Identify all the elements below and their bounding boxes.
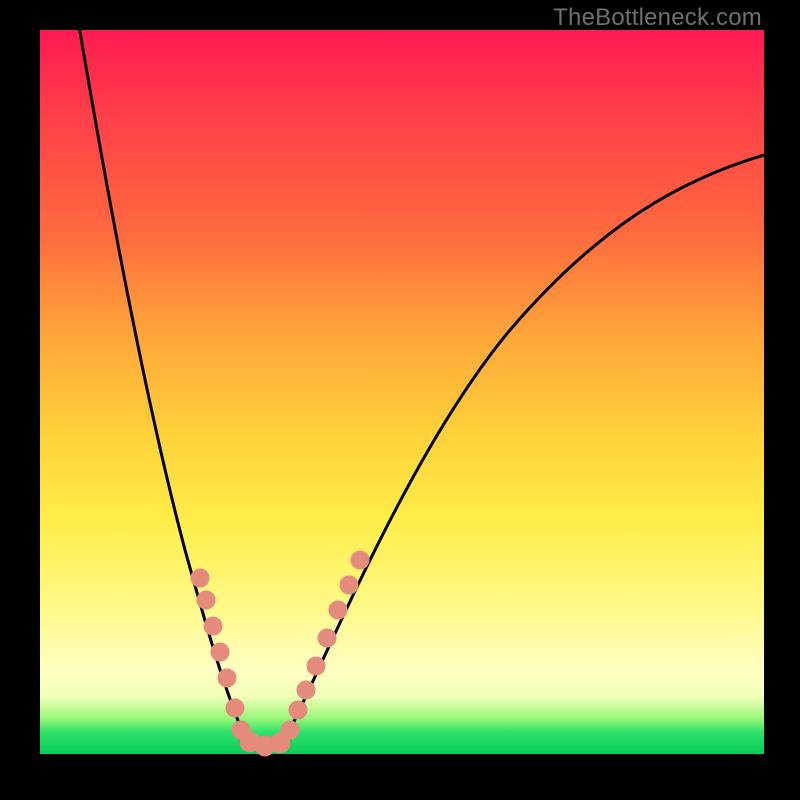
watermark-text: TheBottleneck.com [553,4,762,32]
markers-left [191,569,250,739]
chart-root: TheBottleneck.com [0,0,800,800]
curve-layer [40,30,764,754]
plot-area [40,30,764,754]
curve-right [285,155,764,740]
markers-bottom [240,732,290,756]
markers-right [281,551,369,739]
